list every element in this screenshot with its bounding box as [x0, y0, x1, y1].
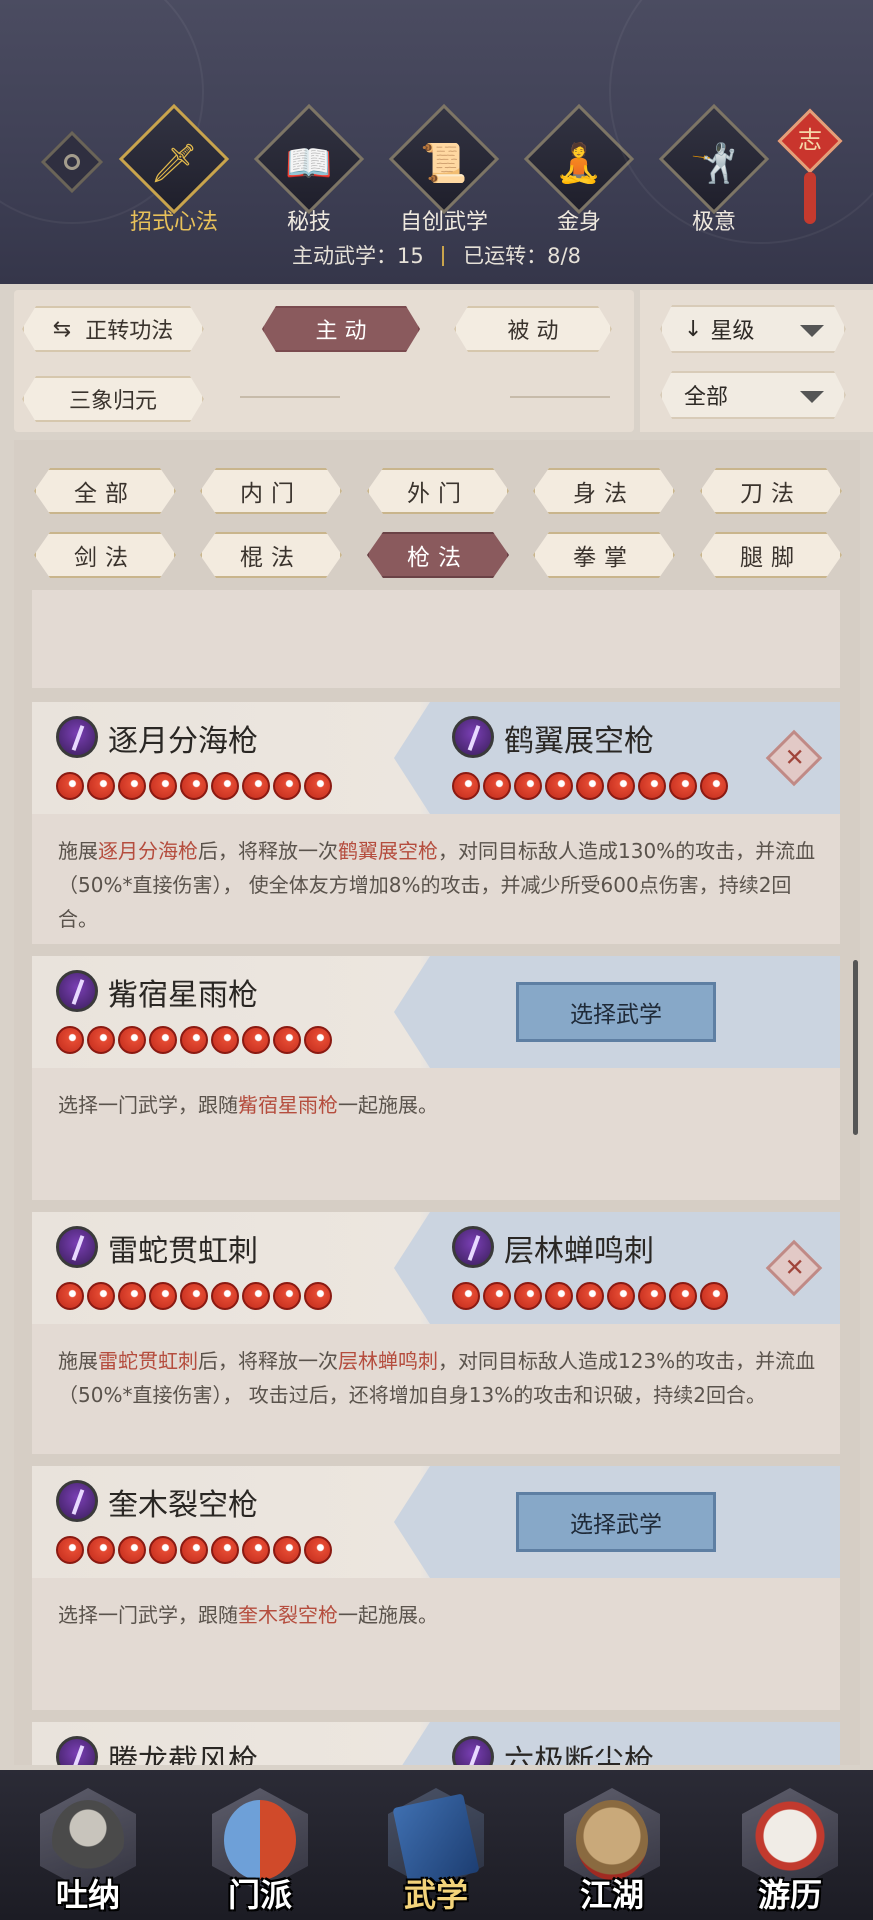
tab-zichuang-wuxue[interactable]: 📜 自创武学	[380, 103, 500, 238]
close-icon: ✕	[784, 1253, 805, 1282]
nav-youli[interactable]: 游历	[730, 1770, 850, 1920]
ornament-divider	[240, 396, 340, 398]
filter-sword[interactable]: 剑法	[34, 532, 176, 578]
tab-active-skills[interactable]: 主 动	[262, 306, 420, 352]
star-rating	[452, 772, 731, 800]
sanxiang-guiyuan-button[interactable]: 三象归元	[22, 376, 204, 422]
ornament-divider	[510, 396, 610, 398]
knot-char: 志	[798, 126, 822, 154]
select-skill-button[interactable]: 选择武学	[516, 982, 716, 1042]
sort-arrow-icon: ↓	[684, 316, 703, 342]
chevron-down-icon	[800, 325, 824, 337]
list-item: 奎木裂空枪 选择武学 选择一门武学，跟随奎木裂空枪一起施展。	[32, 1466, 840, 1710]
list-item	[32, 590, 840, 688]
close-icon: ✕	[784, 743, 805, 772]
select-skill-button[interactable]: 选择武学	[516, 1492, 716, 1552]
filter-inner[interactable]: 内门	[200, 468, 342, 514]
filter-spear[interactable]: 枪法	[367, 532, 509, 578]
monk-icon	[52, 1800, 124, 1880]
star-rating	[56, 1282, 335, 1310]
list-item: 逐月分海枪 鹤翼展空枪 ✕ 施展逐月分海枪后，将释放一次鹤翼展空枪，对同目标敌人…	[32, 702, 840, 944]
bottom-nav: 吐纳 门派 武学 江湖 游历	[0, 1770, 873, 1920]
filter-all[interactable]: 全部	[34, 468, 176, 514]
martial-pose-icon: 🤺	[690, 140, 738, 185]
sect-banner-icon	[224, 1800, 296, 1880]
spear-skill-icon	[56, 970, 98, 1012]
nav-tuna[interactable]: 吐纳	[28, 1770, 148, 1920]
nav-wuxue[interactable]: 武学	[376, 1770, 496, 1920]
eye-toggle-button[interactable]	[40, 130, 104, 194]
list-item: 雷蛇贯虹刺 层林蝉鸣刺 ✕ 施展雷蛇贯虹刺后，将释放一次层林蝉鸣刺，对同目标敌人…	[32, 1212, 840, 1454]
meditation-icon: 🧘	[555, 140, 603, 185]
filter-blade[interactable]: 刀法	[700, 468, 842, 514]
skill-combo-list: 逐月分海枪 鹤翼展空枪 ✕ 施展逐月分海枪后，将释放一次鹤翼展空枪，对同目标敌人…	[14, 590, 860, 1765]
star-rating	[452, 1282, 731, 1310]
filter-fist[interactable]: 拳掌	[533, 532, 675, 578]
spear-skill-icon	[452, 1226, 494, 1268]
combo-description: 选择一门武学，跟随觜宿星雨枪一起施展。	[58, 1093, 438, 1117]
chinese-knot-button[interactable]: 志	[777, 98, 843, 228]
combo-description: 施展雷蛇贯虹刺后，将释放一次层林蝉鸣刺，对同目标敌人造成123%的攻击，并流血（…	[58, 1349, 816, 1407]
filter-leg[interactable]: 腿脚	[700, 532, 842, 578]
filter-movement[interactable]: 身法	[533, 468, 675, 514]
top-header: 🗡 招式心法 📖 秘技 📜 自创武学 🧘 金身 🤺 极意 志 主动武学：15 已…	[0, 0, 873, 284]
combo-description: 选择一门武学，跟随奎木裂空枪一起施展。	[58, 1603, 438, 1627]
scroll-icon: 📜	[420, 140, 468, 185]
sort-dropdown[interactable]: ↓ 星级	[660, 305, 846, 353]
spear-skill-icon	[56, 716, 98, 758]
star-rating	[56, 1536, 335, 1564]
star-rating	[56, 772, 335, 800]
list-item: 觜宿星雨枪 选择武学 选择一门武学，跟随觜宿星雨枪一起施展。	[32, 956, 840, 1200]
tab-miji[interactable]: 📖 秘技	[245, 103, 365, 238]
filter-staff[interactable]: 棍法	[200, 532, 342, 578]
sword-icon: 🗡	[149, 140, 199, 185]
tab-jiyi[interactable]: 🤺 极意	[650, 103, 770, 238]
straw-hat-icon	[576, 1800, 648, 1880]
eye-icon	[64, 154, 80, 170]
scope-dropdown[interactable]: 全部	[660, 371, 846, 419]
spear-skill-icon	[56, 1480, 98, 1522]
stats-divider	[442, 246, 445, 266]
switch-gongfa-button[interactable]: ⇆ 正转功法	[22, 306, 204, 352]
swap-icon: ⇆	[52, 316, 72, 342]
martial-stats: 主动武学：15 已运转：8/8	[292, 244, 581, 268]
tab-passive-skills[interactable]: 被 动	[454, 306, 612, 352]
star-rating	[56, 1026, 335, 1054]
chevron-down-icon	[800, 391, 824, 403]
list-item: 腾龙截风枪 六极断尘枪	[32, 1722, 840, 1765]
book-icon: 📖	[285, 140, 333, 185]
spear-skill-icon	[56, 1226, 98, 1268]
combo-description: 施展逐月分海枪后，将释放一次鹤翼展空枪，对同目标敌人造成130%的攻击，并流血（…	[58, 839, 816, 931]
nav-menpai[interactable]: 门派	[200, 1770, 320, 1920]
nav-jianghu[interactable]: 江湖	[552, 1770, 672, 1920]
list-scrollbar[interactable]	[853, 960, 858, 1135]
spear-skill-icon	[452, 716, 494, 758]
tab-zhaoshi-xinfa[interactable]: 🗡 招式心法	[110, 103, 230, 238]
filter-outer[interactable]: 外门	[367, 468, 509, 514]
tab-jinshen[interactable]: 🧘 金身	[515, 103, 635, 238]
horse-icon	[754, 1800, 826, 1880]
